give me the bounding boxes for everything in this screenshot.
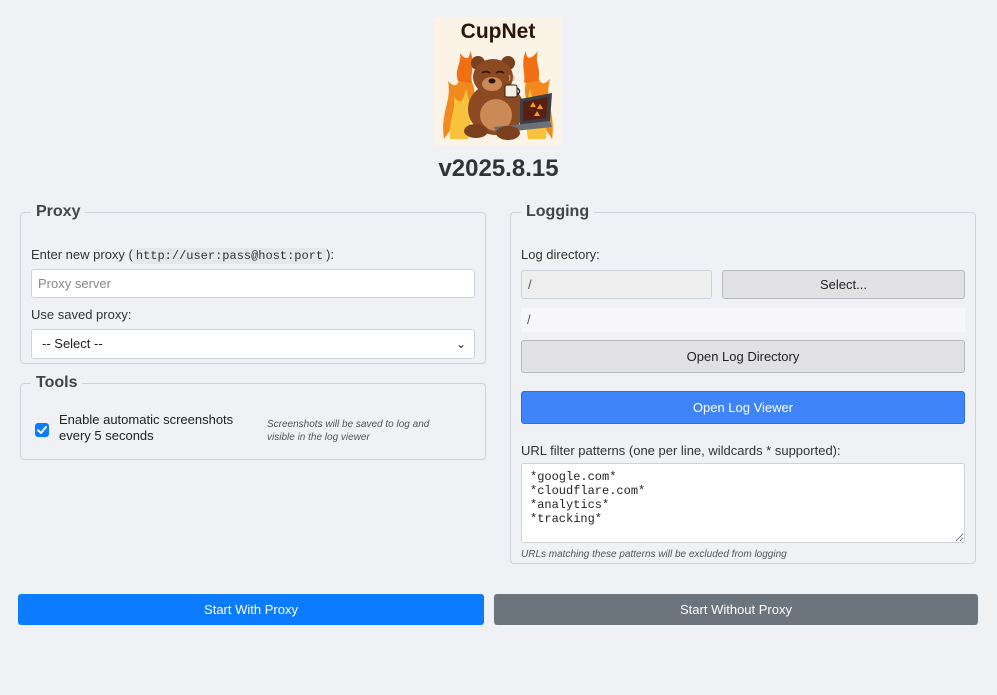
proxy-section: Proxy Enter new proxy (http://user:pass@… <box>20 203 486 364</box>
proxy-format-code: http://user:pass@host:port <box>132 248 327 264</box>
current-log-directory: / <box>521 308 965 332</box>
new-proxy-label: Enter new proxy (http://user:pass@host:p… <box>31 247 335 264</box>
proxy-legend: Proxy <box>36 203 81 220</box>
select-directory-button[interactable]: Select... <box>722 270 965 299</box>
open-log-directory-button[interactable]: Open Log Directory <box>521 340 965 373</box>
saved-proxy-label: Use saved proxy: <box>31 307 132 322</box>
logo-title: CupNet <box>460 20 536 43</box>
logging-section: Logging Log directory: / Select... / Ope… <box>510 203 976 564</box>
chevron-down-icon: ⌄ <box>455 337 466 351</box>
screenshot-note: Screenshots will be saved to log and vis… <box>267 419 430 443</box>
url-filter-textarea[interactable]: *google.com* *cloudflare.com* *analytics… <box>521 463 965 543</box>
proxy-server-input[interactable]: Proxy server <box>31 269 475 298</box>
saved-proxy-select[interactable]: -- Select -- ⌄ <box>31 329 475 359</box>
screenshot-label[interactable]: Enable automatic screenshots every 5 sec… <box>59 412 255 444</box>
tools-section: Tools Enable automatic screenshots every… <box>20 374 486 460</box>
start-with-proxy-button[interactable]: Start With Proxy <box>18 594 484 625</box>
log-directory-input[interactable]: / <box>521 270 712 299</box>
open-log-viewer-button[interactable]: Open Log Viewer <box>521 391 965 424</box>
log-directory-label: Log directory: <box>521 247 600 262</box>
app-version: v2025.8.15 <box>438 155 559 182</box>
checkmark-icon <box>37 426 47 434</box>
url-filter-label: URL filter patterns (one per line, wildc… <box>521 443 841 458</box>
start-without-proxy-button[interactable]: Start Without Proxy <box>494 594 978 625</box>
screenshot-checkbox[interactable] <box>35 423 49 437</box>
tools-legend: Tools <box>36 374 78 391</box>
url-filter-note: URLs matching these patterns will be exc… <box>521 549 787 560</box>
logging-legend: Logging <box>526 203 590 220</box>
